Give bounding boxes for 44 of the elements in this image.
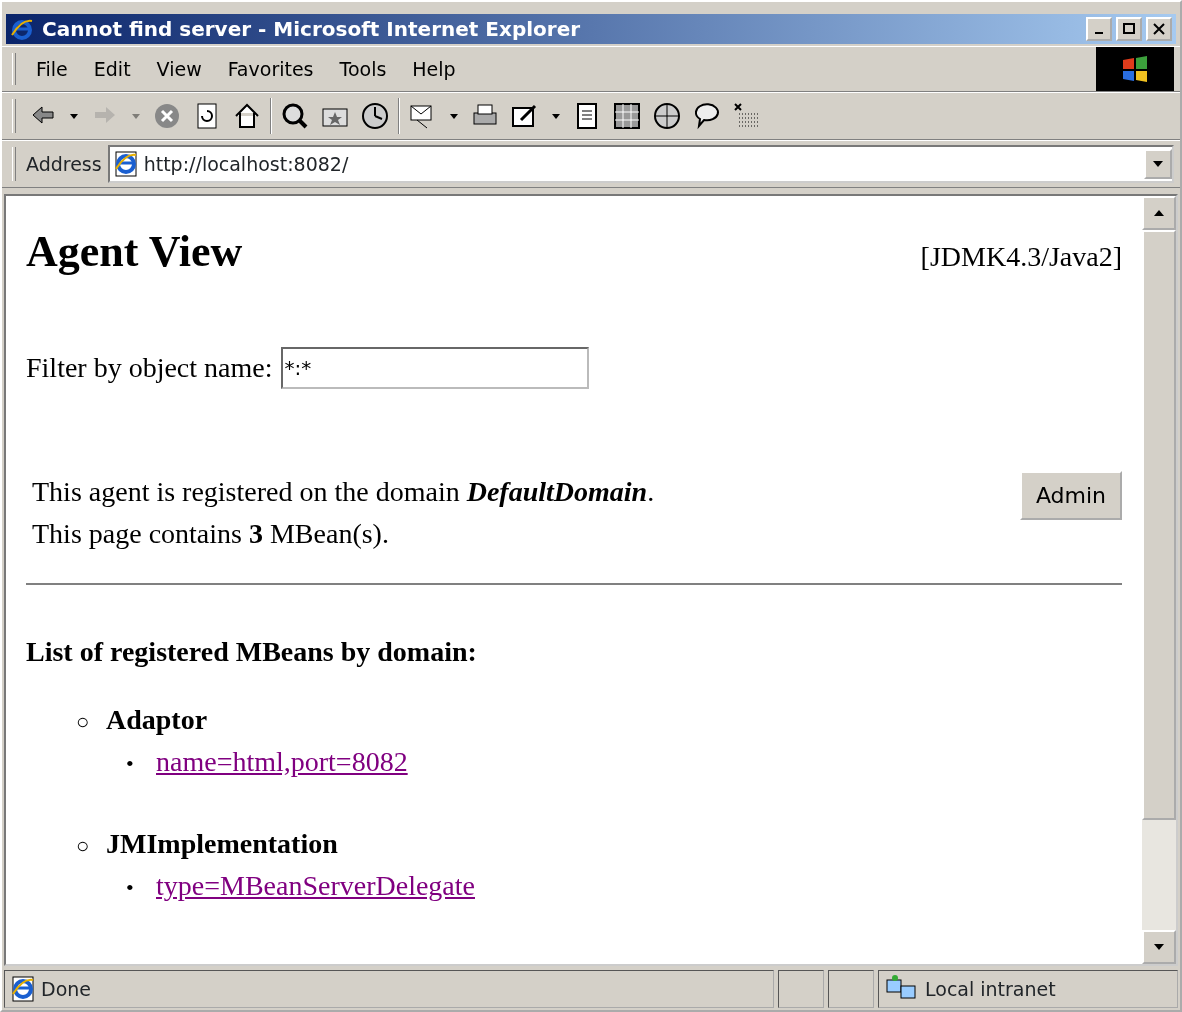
zone-label: Local intranet xyxy=(925,976,1056,1002)
version-label: [JDMK4.3/Java2] xyxy=(920,240,1122,274)
browser-logo-icon xyxy=(10,17,34,41)
menu-item[interactable]: Favorites xyxy=(217,52,324,86)
close-button[interactable] xyxy=(1146,17,1172,41)
down-arrow-icon xyxy=(1153,943,1165,951)
page-icon xyxy=(11,976,35,1002)
mbean-link[interactable]: name=html,port=8082 xyxy=(156,745,408,777)
caret-icon xyxy=(1152,160,1164,168)
close-icon xyxy=(1153,23,1165,35)
bullet: ○ xyxy=(76,707,91,736)
page-icon xyxy=(113,151,138,177)
minimize-icon xyxy=(1093,31,1105,35)
maximize-icon xyxy=(1123,23,1135,35)
filter-field[interactable]: *:* xyxy=(280,346,589,389)
window-title: Cannot find server - Microsoft Internet Explorer xyxy=(42,16,581,43)
domain-name: JMImplementation xyxy=(106,827,338,859)
info-text: This agent is registered on the domain DefaultDomain. xyxy=(32,474,655,509)
admin-button[interactable]: Admin xyxy=(1019,470,1122,520)
status-pane xyxy=(828,970,874,1008)
minimize-button[interactable] xyxy=(1086,17,1112,41)
maximize-button[interactable] xyxy=(1116,17,1142,41)
page-heading: Agent View xyxy=(26,226,243,278)
menu-item[interactable]: Help xyxy=(402,52,466,86)
scrollbar[interactable] xyxy=(1142,196,1176,964)
up-arrow-icon xyxy=(1153,209,1165,217)
bullet: ○ xyxy=(76,831,91,860)
bullet: • xyxy=(126,873,135,902)
menu-item[interactable]: Tools xyxy=(329,52,397,86)
menu-item[interactable]: Edit xyxy=(83,52,141,86)
address-field[interactable]: http://localhost:8082/ xyxy=(107,145,1174,183)
menu-item[interactable]: File xyxy=(26,52,78,86)
windows-flag-icon xyxy=(1121,56,1149,82)
address-label: Address xyxy=(26,151,102,177)
menu-item[interactable]: View xyxy=(146,52,212,86)
status-pane xyxy=(778,970,824,1008)
bullet: • xyxy=(126,749,135,778)
filter-label: Filter by object name: xyxy=(26,350,273,385)
dropdown-button[interactable] xyxy=(1144,149,1172,179)
mbean-link[interactable]: type=MBeanServerDelegate xyxy=(156,869,475,901)
status-text: Done xyxy=(41,976,91,1002)
domain-name: Adaptor xyxy=(106,703,208,735)
info-text: This page contains 3 MBean(s). xyxy=(32,516,390,551)
list-heading: List of registered MBeans by domain: xyxy=(26,634,478,669)
